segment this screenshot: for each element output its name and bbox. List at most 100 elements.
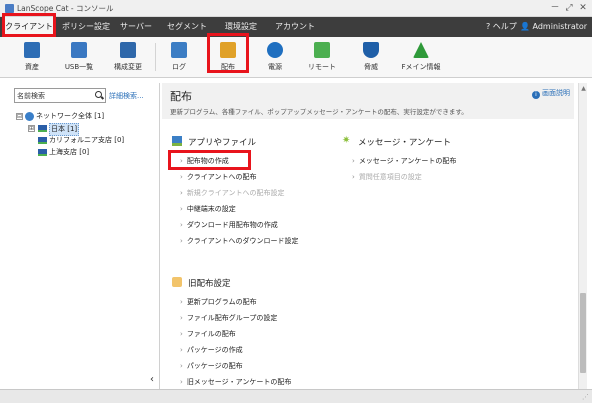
link-package-distribution[interactable]: › パッケージの配布 <box>180 361 243 371</box>
tool-usb-label: USB一覧 <box>64 63 94 71</box>
menu-policy[interactable]: ポリシー設定 <box>58 17 114 37</box>
link-file-group-settings[interactable]: › ファイル配布グループの設定 <box>180 313 277 323</box>
screen-help-link[interactable]: i 画面説明 <box>532 88 570 99</box>
toolbar: 資産 USB一覧 構成変更 ログ 配布 電源 リモート 脅威 Fメイン情報 <box>0 37 592 115</box>
info-icon: i <box>532 91 540 99</box>
tool-remote[interactable]: リモート <box>304 37 340 78</box>
close-button[interactable]: ✕ <box>576 2 590 14</box>
window-titlebar: LanScope Cat - コンソール － ⤢ ✕ <box>0 0 592 17</box>
tool-power[interactable]: 電源 <box>258 37 292 78</box>
log-icon <box>171 42 187 58</box>
link-legacy-message-survey[interactable]: › 旧メッセージ・アンケートの配布 <box>180 377 291 387</box>
section-title-legacy: 旧配布設定 <box>188 279 231 289</box>
link-relay-settings[interactable]: › 中継端末の設定 <box>180 204 236 214</box>
remote-icon <box>314 42 330 58</box>
maximize-button[interactable]: ⤢ <box>562 2 576 14</box>
link-label: 更新プログラムの配布 <box>186 298 257 306</box>
highlight-menu-client <box>2 13 56 37</box>
tool-usb-list[interactable]: USB一覧 <box>58 37 100 78</box>
tool-threat-label: 脅威 <box>364 63 378 71</box>
tool-config-label: 構成変更 <box>114 63 142 71</box>
name-search-field[interactable] <box>14 88 106 103</box>
tool-power-label: 電源 <box>268 63 282 71</box>
section-title-message-survey: メッセージ・アンケート <box>358 138 451 148</box>
link-update-distribution[interactable]: › 更新プログラムの配布 <box>180 297 257 307</box>
tree-collapse-icon[interactable]: ⊟ <box>16 113 23 120</box>
link-client-distribution[interactable]: › クライアントへの配布 <box>180 172 257 182</box>
chevron-right-icon: › <box>180 378 183 386</box>
tool-config-change[interactable]: 構成変更 <box>108 37 148 78</box>
link-question-optional-settings: › 質問任意項目の設定 <box>352 172 422 182</box>
usb-icon <box>71 42 87 58</box>
tree-item-network[interactable]: ⊟ ネットワーク全体 [1] <box>16 111 156 122</box>
chevron-right-icon: › <box>180 237 183 245</box>
scroll-up-icon[interactable]: ▲ <box>580 85 587 92</box>
link-label: 新規クライアントへの配布設定 <box>186 189 285 197</box>
minimize-button[interactable]: － <box>548 2 562 14</box>
asset-icon <box>24 42 40 58</box>
chevron-right-icon: › <box>180 314 183 322</box>
tool-log[interactable]: ログ <box>162 37 196 78</box>
config-change-icon <box>120 42 136 58</box>
link-download-distribution[interactable]: › ダウンロード用配布物の作成 <box>180 220 278 230</box>
chevron-right-icon: › <box>180 346 183 354</box>
toolbar-separator <box>155 43 156 71</box>
tree-item-label: ネットワーク全体 [1] <box>36 112 105 120</box>
status-bar: ⋰ <box>0 389 592 403</box>
network-group-icon <box>38 125 47 132</box>
tool-log-label: ログ <box>172 63 186 71</box>
main-menubar: クライアント ポリシー設定 サーバー セグメント 環境設定 アカウント ? ヘル… <box>0 17 592 37</box>
name-search-input[interactable] <box>17 90 93 101</box>
chevron-right-icon: › <box>180 330 183 338</box>
scrollbar-thumb[interactable] <box>580 293 586 373</box>
help-menu[interactable]: ? ヘルプ <box>486 17 517 37</box>
user-name: Administrator <box>532 22 588 31</box>
menu-account[interactable]: アカウント <box>272 17 318 37</box>
link-package-create[interactable]: › パッケージの作成 <box>180 345 243 355</box>
tool-domain-label: Fメイン情報 <box>401 63 441 71</box>
chevron-right-icon: › <box>352 157 355 165</box>
link-label: メッセージ・アンケートの配布 <box>358 157 457 165</box>
power-icon <box>267 42 283 58</box>
page-title: 配布 <box>170 90 192 103</box>
link-file-distribution[interactable]: › ファイルの配布 <box>180 329 236 339</box>
link-new-client-distribution: › 新規クライアントへの配布設定 <box>180 188 285 198</box>
menu-segment[interactable]: セグメント <box>164 17 210 37</box>
chevron-right-icon: › <box>352 173 355 181</box>
page-description: 更新プログラム、各種ファイル、ポップアップメッセージ・アンケートの配布、実行設定… <box>170 108 468 116</box>
advanced-search-link[interactable]: 詳細検索... <box>109 91 144 101</box>
apps-files-icon <box>172 136 182 146</box>
menu-server[interactable]: サーバー <box>116 17 156 37</box>
link-label: クライアントへの配布 <box>186 173 257 181</box>
tree-expand-icon[interactable]: ⊞ <box>28 125 35 132</box>
network-group-icon <box>38 137 47 144</box>
sidebar-collapse-button[interactable]: ‹ <box>150 374 154 385</box>
tree-item-label: 上海支店 [0] <box>49 148 90 156</box>
link-message-survey-distribution[interactable]: › メッセージ・アンケートの配布 <box>352 156 456 166</box>
search-icon[interactable] <box>95 91 102 98</box>
resize-grip-icon[interactable]: ⋰ <box>582 393 589 401</box>
chevron-right-icon: › <box>180 189 183 197</box>
page-header: 配布 更新プログラム、各種ファイル、ポップアップメッセージ・アンケートの配布、実… <box>162 83 574 119</box>
link-client-download-settings[interactable]: › クライアントへのダウンロード設定 <box>180 236 299 246</box>
chevron-right-icon: › <box>180 173 183 181</box>
link-label: 質問任意項目の設定 <box>358 173 422 181</box>
tree-item-california[interactable]: カリフォルニア支店 [0] <box>38 135 156 146</box>
user-menu[interactable]: 👤 Administrator <box>520 17 587 37</box>
help-icon: ? <box>486 22 491 31</box>
app-icon <box>5 4 14 13</box>
tree-item-japan[interactable]: ⊞ 日本 [1] <box>28 123 148 136</box>
tool-threat[interactable]: 脅威 <box>354 37 388 78</box>
tool-asset[interactable]: 資産 <box>16 37 48 78</box>
link-label: クライアントへのダウンロード設定 <box>186 237 299 245</box>
main-content: 配布 更新プログラム、各種ファイル、ポップアップメッセージ・アンケートの配布、実… <box>162 83 574 389</box>
domain-info-icon <box>413 42 429 58</box>
link-label: ファイルの配布 <box>186 330 236 338</box>
tool-domain-info[interactable]: Fメイン情報 <box>398 37 444 78</box>
shield-icon <box>363 42 379 58</box>
link-label: ダウンロード用配布物の作成 <box>186 221 278 229</box>
tool-asset-label: 資産 <box>25 63 39 71</box>
tree-item-label: カリフォルニア支店 [0] <box>49 136 125 144</box>
tree-item-shanghai[interactable]: 上海支店 [0] <box>38 147 148 158</box>
content-scrollbar[interactable]: ▲ <box>578 83 587 389</box>
